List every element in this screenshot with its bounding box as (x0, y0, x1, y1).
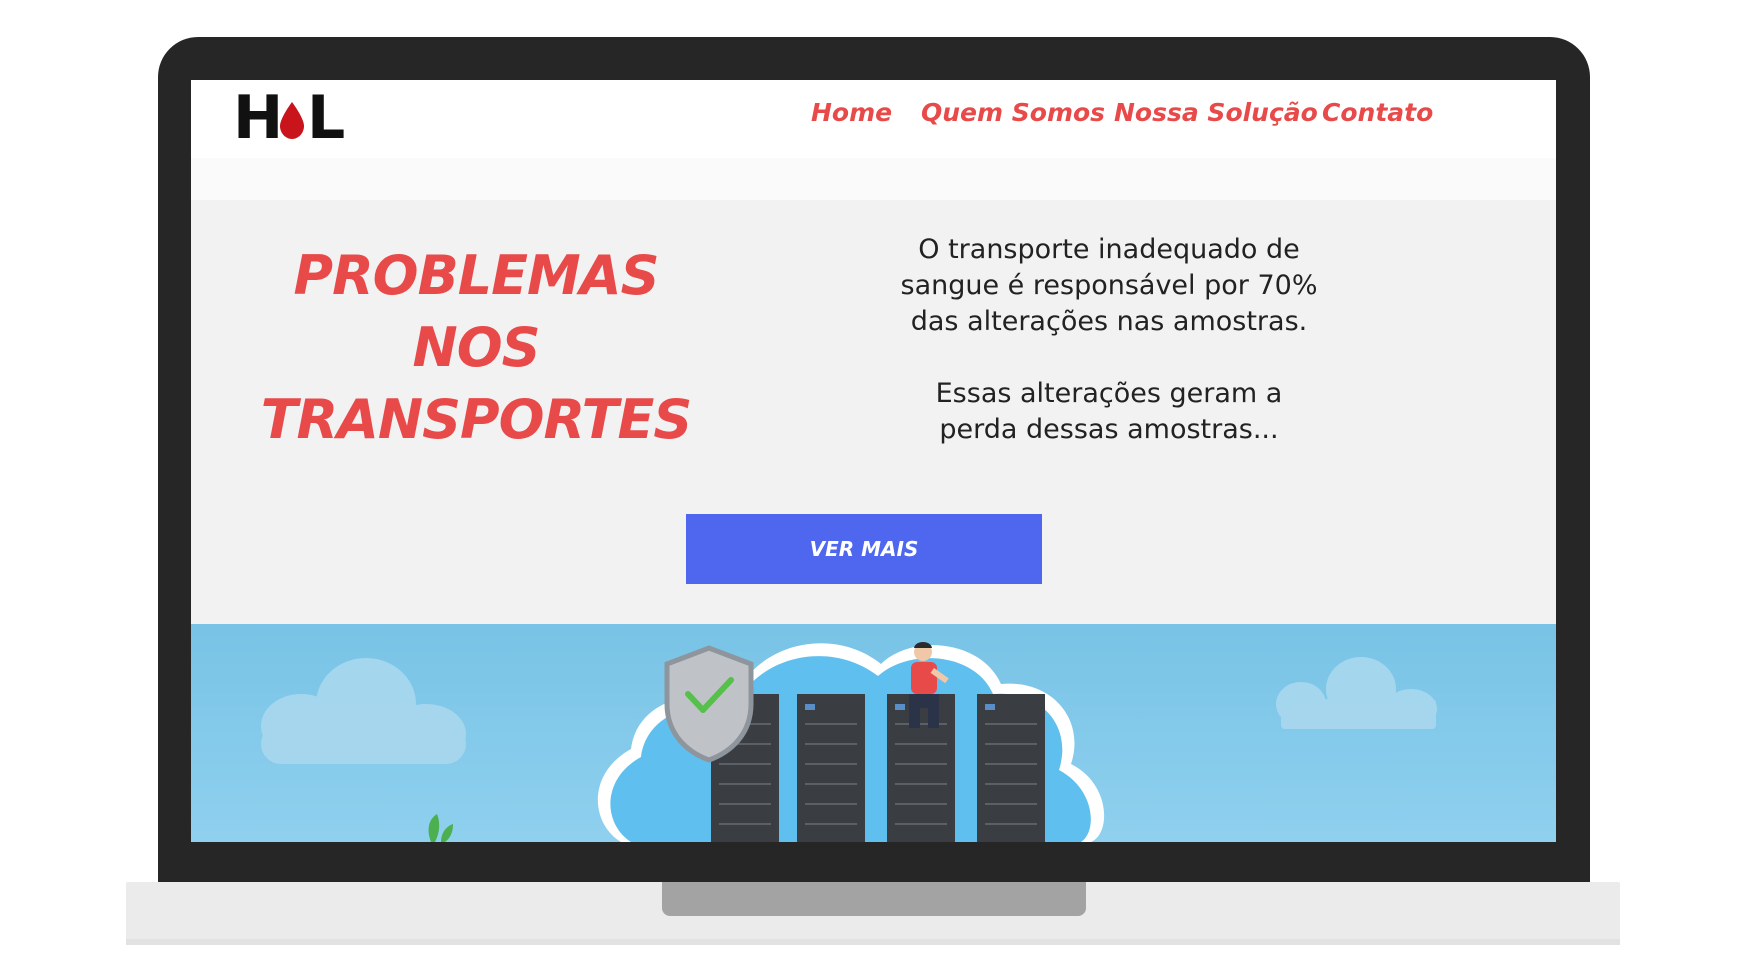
laptop-screen: H L Home Quem Somos Nossa Solução Contat… (191, 80, 1556, 842)
paragraph-line: perda dessas amostras... (939, 414, 1279, 445)
nav-contato[interactable]: Contato (1322, 98, 1433, 127)
nav-nossa-solucao[interactable]: Nossa Solução (1114, 98, 1318, 127)
hero-paragraph-2: Essas alterações geram a perda dessas am… (849, 376, 1369, 448)
logo-letter-l: L (307, 83, 346, 153)
hero-title-line: TRANSPORTES (260, 388, 693, 451)
hero-title-line: NOS (412, 316, 541, 379)
paragraph-line: das alterações nas amostras. (910, 306, 1308, 337)
blood-drop-icon (280, 102, 304, 139)
nav-home[interactable]: Home (811, 98, 892, 127)
top-navbar: H L Home Quem Somos Nossa Solução Contat… (191, 80, 1556, 158)
hero-paragraph-1: O transporte inadequado de sangue é resp… (849, 232, 1369, 340)
ver-mais-button[interactable]: VER MAIS (686, 514, 1042, 584)
paragraph-line: Essas alterações geram a (935, 378, 1283, 409)
laptop-base-edge (126, 939, 1620, 945)
hero-title-line: PROBLEMAS (293, 244, 660, 307)
paragraph-line: sangue é responsável por 70% (900, 270, 1318, 301)
logo[interactable]: H L (233, 83, 349, 153)
paragraph-line: O transporte inadequado de (918, 234, 1300, 265)
hero-title: PROBLEMAS NOS TRANSPORTES (251, 240, 701, 456)
logo-letter-h: H (233, 83, 284, 153)
cloud-servers-illustration (191, 624, 1556, 842)
shield-check-icon (664, 645, 754, 763)
navbar-underlay (191, 158, 1556, 200)
laptop-trackpad-notch (662, 882, 1086, 916)
nav-quem-somos[interactable]: Quem Somos (921, 98, 1105, 127)
